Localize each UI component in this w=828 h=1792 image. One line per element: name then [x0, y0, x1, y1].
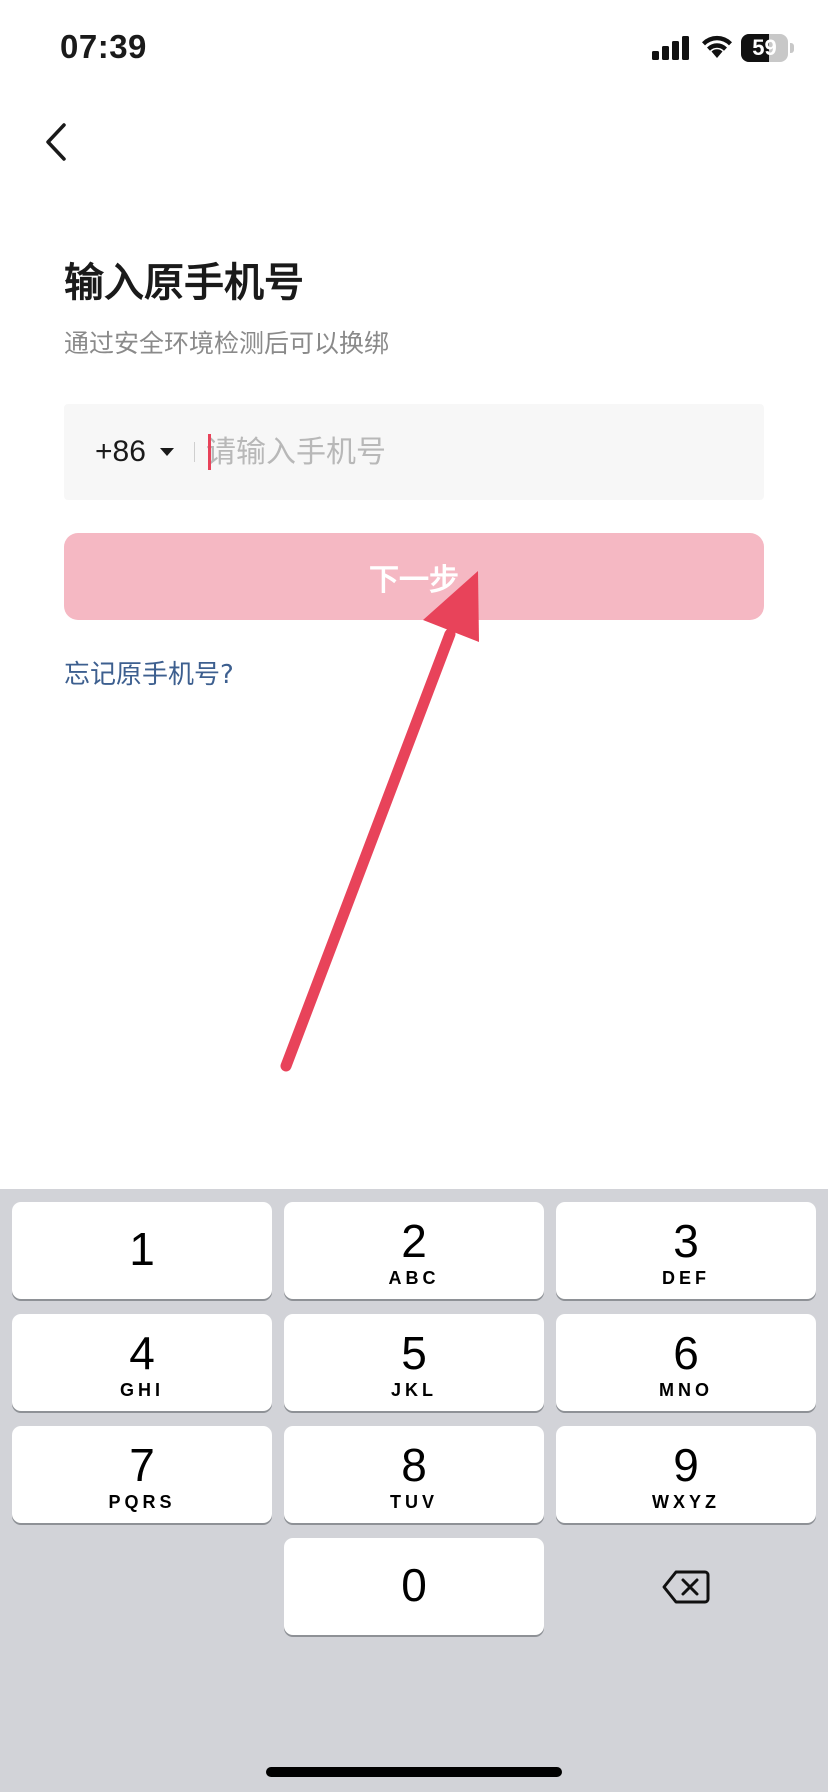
backspace-icon — [662, 1570, 710, 1603]
key-3[interactable]: 3 DEF — [556, 1202, 816, 1299]
key-6[interactable]: 6 MNO — [556, 1314, 816, 1411]
status-bar: 07:39 59 — [0, 0, 828, 100]
forgot-phone-link[interactable]: 忘记原手机号? — [64, 654, 234, 691]
key-8[interactable]: 8 TUV — [284, 1426, 544, 1523]
key-9[interactable]: 9 WXYZ — [556, 1426, 816, 1523]
phone-field: +86 — [64, 404, 764, 500]
country-code-selector[interactable]: +86 — [95, 404, 174, 500]
page-subtitle: 通过安全环境检测后可以换绑 — [64, 329, 390, 358]
key-7[interactable]: 7 PQRS — [12, 1426, 272, 1523]
numeric-keyboard: 1 2 ABC 3 DEF 4 GHI 5 JKL 6 MNO 7 PQRS 8… — [0, 1189, 828, 1792]
chevron-left-icon — [46, 123, 66, 161]
battery-level: 59 — [752, 35, 777, 60]
text-cursor — [208, 434, 211, 470]
signal-icon — [652, 36, 689, 60]
country-code: +86 — [95, 435, 146, 468]
battery-icon: 59 — [741, 34, 794, 62]
back-button[interactable] — [26, 112, 86, 172]
next-button[interactable]: 下一步 — [64, 533, 764, 620]
wifi-icon — [702, 35, 732, 58]
field-divider — [194, 442, 195, 462]
phone-input[interactable] — [206, 422, 746, 482]
backspace-key[interactable] — [556, 1538, 816, 1635]
key-1[interactable]: 1 — [12, 1202, 272, 1299]
page-title: 输入原手机号 — [64, 260, 304, 306]
key-4[interactable]: 4 GHI — [12, 1314, 272, 1411]
key-0[interactable]: 0 — [284, 1538, 544, 1635]
home-indicator — [266, 1767, 562, 1777]
status-time: 07:39 — [60, 28, 147, 65]
key-2[interactable]: 2 ABC — [284, 1202, 544, 1299]
caret-down-icon — [159, 448, 174, 456]
key-5[interactable]: 5 JKL — [284, 1314, 544, 1411]
